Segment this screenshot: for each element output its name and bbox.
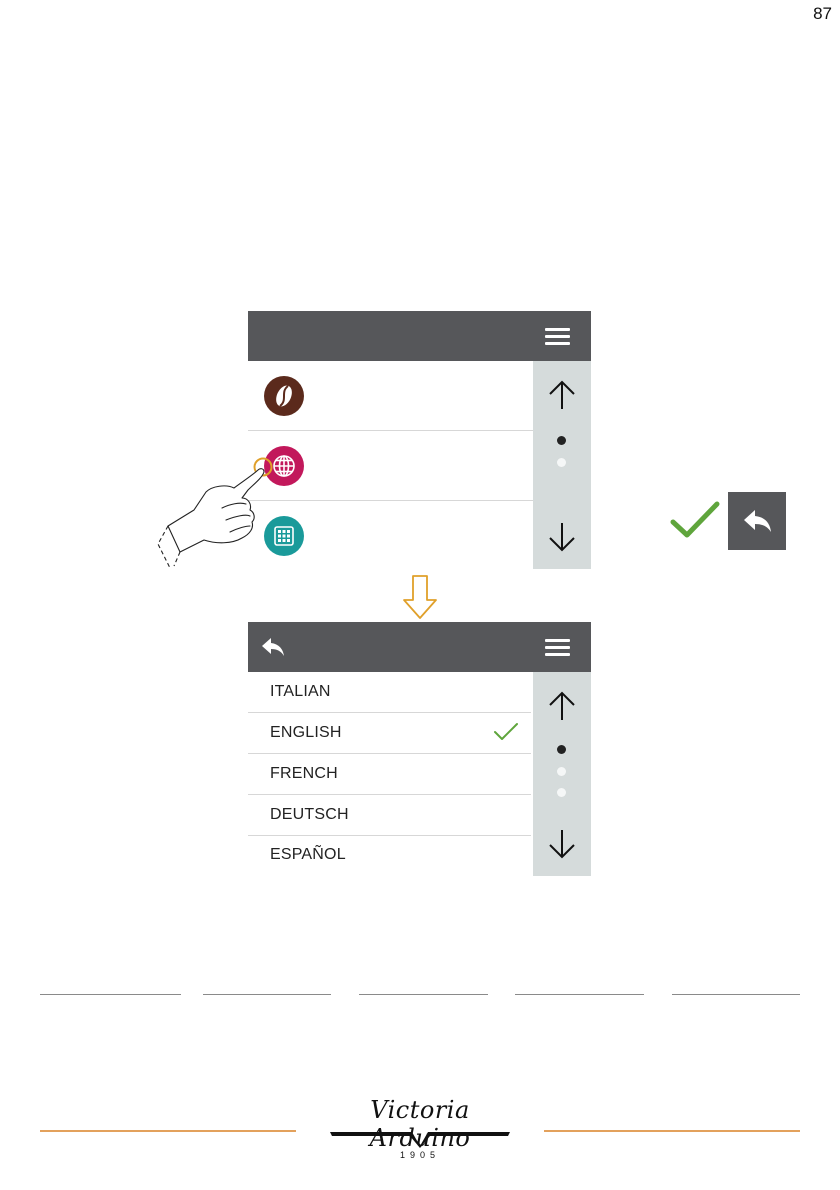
footer-rule bbox=[672, 994, 800, 995]
menu-item-coffee[interactable] bbox=[248, 361, 533, 431]
arrow-down-icon[interactable] bbox=[547, 828, 577, 860]
menu-item-language[interactable] bbox=[248, 431, 533, 501]
logo-year: 1905 bbox=[399, 1150, 441, 1160]
arrow-up-icon[interactable] bbox=[547, 690, 577, 722]
footer-orange-rule bbox=[544, 1130, 800, 1132]
scrollbar[interactable] bbox=[533, 672, 591, 876]
footer-rule bbox=[359, 994, 488, 995]
back-button-legend bbox=[728, 492, 786, 550]
coffee-bean-icon bbox=[264, 376, 304, 416]
top-bar bbox=[248, 622, 591, 672]
language-item-italian[interactable]: ITALIAN bbox=[248, 672, 531, 713]
arrow-down-icon[interactable] bbox=[547, 521, 577, 553]
language-item-english[interactable]: ENGLISH bbox=[248, 713, 531, 754]
page-dot-active bbox=[557, 436, 566, 445]
check-icon bbox=[670, 501, 720, 538]
scrollbar[interactable] bbox=[533, 361, 591, 569]
main-menu-screen bbox=[248, 311, 591, 569]
page-dot bbox=[557, 767, 566, 776]
top-bar bbox=[248, 311, 591, 361]
language-label: ITALIAN bbox=[270, 683, 331, 700]
footer-orange-rule bbox=[40, 1130, 296, 1132]
brand-logo: Victoria Arduino 1905 bbox=[328, 1096, 512, 1166]
menu-icon[interactable] bbox=[545, 639, 570, 656]
logo-wing-icon bbox=[330, 1132, 510, 1148]
page-dot bbox=[557, 788, 566, 797]
back-icon bbox=[744, 510, 771, 532]
language-item-french[interactable]: FRENCH bbox=[248, 754, 531, 795]
page-number: 87 bbox=[813, 4, 832, 23]
hand-pointer-icon bbox=[157, 457, 273, 569]
arrow-up-icon[interactable] bbox=[547, 379, 577, 411]
page-dot bbox=[557, 458, 566, 467]
language-label: DEUTSCH bbox=[270, 806, 349, 823]
language-screen: ITALIAN ENGLISH FRENCH DEUTSCH ESPAÑOL bbox=[248, 622, 591, 876]
footer-rule bbox=[515, 994, 644, 995]
language-label: FRENCH bbox=[270, 765, 338, 782]
menu-icon[interactable] bbox=[545, 328, 570, 345]
language-label: ENGLISH bbox=[270, 724, 342, 741]
menu-item-keypad[interactable] bbox=[248, 501, 533, 570]
language-item-espanol[interactable]: ESPAÑOL bbox=[248, 835, 531, 875]
footer-rule bbox=[40, 994, 181, 995]
transition-arrow-icon bbox=[403, 575, 437, 619]
page-dot-active bbox=[557, 745, 566, 754]
back-icon[interactable] bbox=[260, 635, 286, 659]
footer-rule bbox=[203, 994, 331, 995]
language-label: ESPAÑOL bbox=[270, 846, 346, 863]
language-item-deutsch[interactable]: DEUTSCH bbox=[248, 795, 531, 836]
selected-check-icon bbox=[494, 723, 518, 740]
